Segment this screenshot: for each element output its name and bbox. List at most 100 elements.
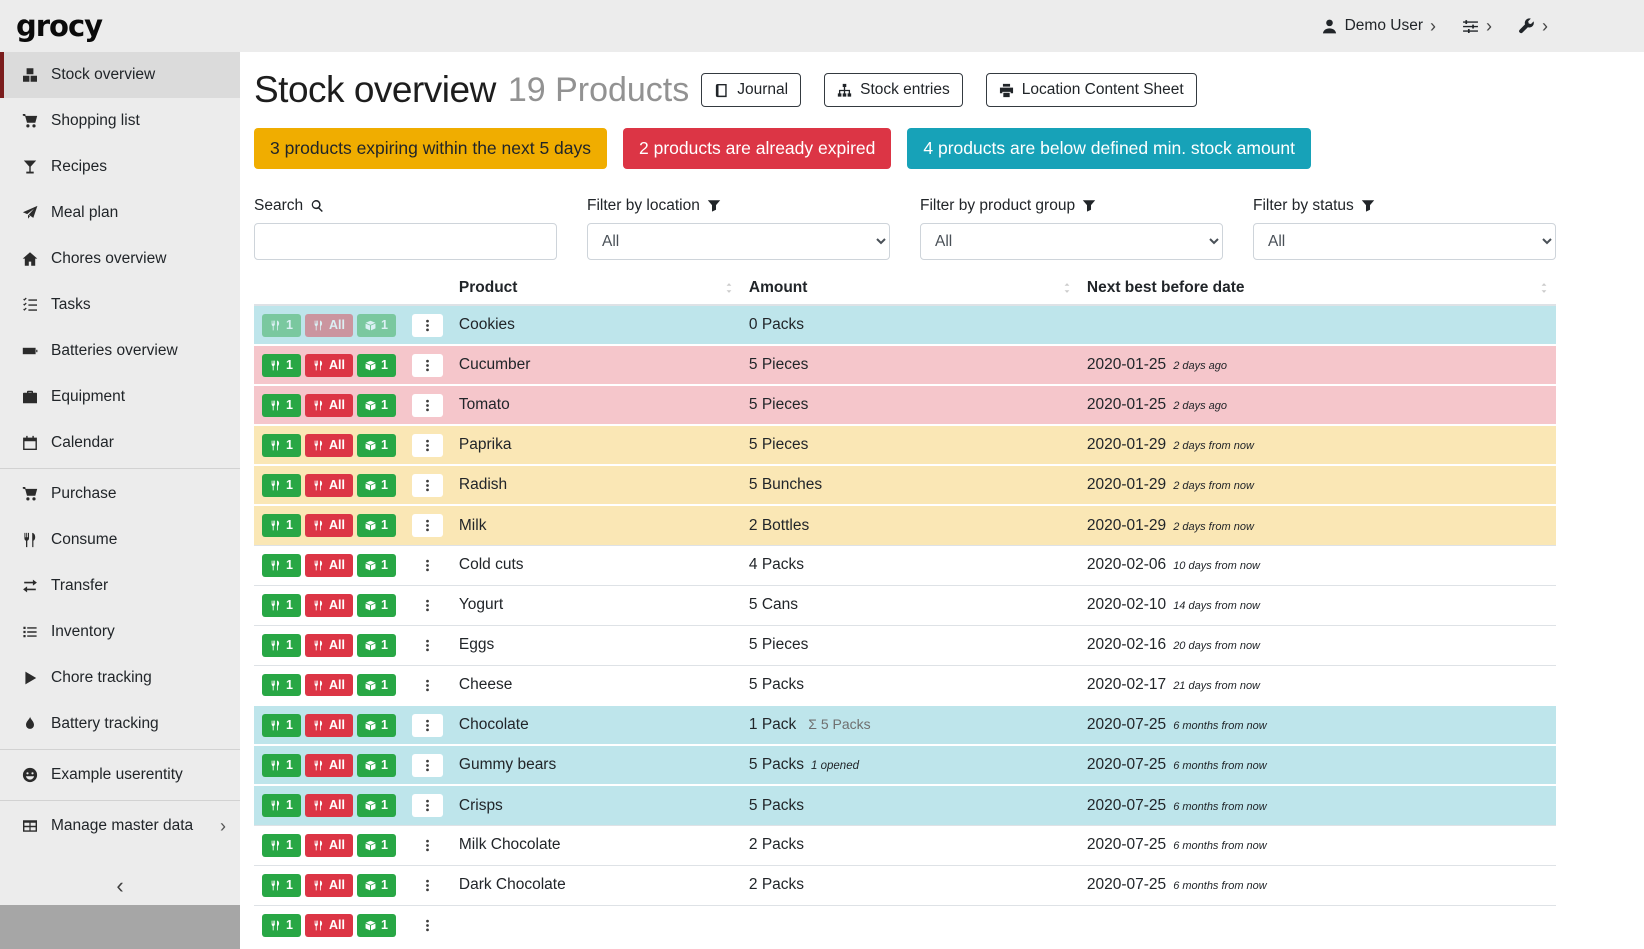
row-menu-button[interactable]	[412, 714, 443, 737]
row-menu-button[interactable]	[412, 474, 443, 497]
consume-all-button[interactable]: All	[305, 354, 353, 377]
open-one-button[interactable]: 1	[357, 754, 396, 777]
product-name[interactable]: Cheese	[451, 665, 741, 705]
open-one-button[interactable]: 1	[357, 914, 396, 937]
consume-one-button[interactable]: 1	[262, 834, 301, 857]
consume-one-button[interactable]: 1	[262, 634, 301, 657]
product-name[interactable]	[451, 905, 741, 945]
banner-danger[interactable]: 2 products are already expired	[623, 128, 891, 169]
product-name[interactable]: Chocolate	[451, 705, 741, 745]
open-one-button[interactable]: 1	[357, 834, 396, 857]
row-menu-button[interactable]	[412, 914, 443, 937]
product-name[interactable]: Milk Chocolate	[451, 825, 741, 865]
location-content-sheet-button[interactable]: Location Content Sheet	[986, 73, 1197, 107]
product-name[interactable]: Milk	[451, 505, 741, 545]
consume-all-button[interactable]: All	[305, 714, 353, 737]
app-logo[interactable]: grocy	[16, 9, 102, 43]
row-menu-button[interactable]	[412, 794, 443, 817]
sidebar-item-battery-tracking[interactable]: Battery tracking	[0, 701, 240, 747]
open-one-button[interactable]: 1	[357, 714, 396, 737]
consume-one-button[interactable]: 1	[262, 554, 301, 577]
open-one-button[interactable]: 1	[357, 594, 396, 617]
row-menu-button[interactable]	[412, 554, 443, 577]
status-filter-select[interactable]: All	[1253, 223, 1556, 260]
product-name[interactable]: Radish	[451, 465, 741, 505]
row-menu-button[interactable]	[412, 634, 443, 657]
admin-menu[interactable]: ›	[1518, 17, 1548, 35]
user-menu[interactable]: Demo User ›	[1321, 17, 1436, 35]
consume-one-button[interactable]: 1	[262, 794, 301, 817]
row-menu-button[interactable]	[412, 874, 443, 897]
banner-warning[interactable]: 3 products expiring within the next 5 da…	[254, 128, 607, 169]
row-menu-button[interactable]	[412, 594, 443, 617]
consume-all-button[interactable]: All	[305, 754, 353, 777]
stock-entries-button[interactable]: Stock entries	[824, 73, 963, 107]
location-filter-select[interactable]: All	[587, 223, 890, 260]
sidebar-collapse-button[interactable]: ‹	[0, 867, 240, 905]
row-menu-button[interactable]	[412, 434, 443, 457]
open-one-button[interactable]: 1	[357, 554, 396, 577]
consume-all-button[interactable]: All	[305, 634, 353, 657]
consume-one-button[interactable]: 1	[262, 874, 301, 897]
open-one-button[interactable]: 1	[357, 314, 396, 337]
open-one-button[interactable]: 1	[357, 874, 396, 897]
open-one-button[interactable]: 1	[357, 394, 396, 417]
consume-all-button[interactable]: All	[305, 394, 353, 417]
consume-all-button[interactable]: All	[305, 834, 353, 857]
product-name[interactable]: Gummy bears	[451, 745, 741, 785]
consume-all-button[interactable]: All	[305, 674, 353, 697]
row-menu-button[interactable]	[412, 314, 443, 337]
sidebar-item-purchase[interactable]: Purchase	[0, 471, 240, 517]
consume-all-button[interactable]: All	[305, 594, 353, 617]
consume-all-button[interactable]: All	[305, 794, 353, 817]
consume-one-button[interactable]: 1	[262, 754, 301, 777]
sidebar-item-shopping-list[interactable]: Shopping list	[0, 98, 240, 144]
row-menu-button[interactable]	[412, 394, 443, 417]
product-name[interactable]: Paprika	[451, 425, 741, 465]
settings-menu[interactable]: ›	[1462, 17, 1492, 35]
sidebar-item-meal-plan[interactable]: Meal plan	[0, 190, 240, 236]
consume-all-button[interactable]: All	[305, 554, 353, 577]
sidebar-item-example-userentity[interactable]: Example userentity	[0, 752, 240, 798]
consume-one-button[interactable]: 1	[262, 314, 301, 337]
sidebar-item-equipment[interactable]: Equipment	[0, 374, 240, 420]
row-menu-button[interactable]	[412, 754, 443, 777]
consume-all-button[interactable]: All	[305, 914, 353, 937]
journal-button[interactable]: Journal	[701, 73, 801, 107]
product-name[interactable]: Yogurt	[451, 585, 741, 625]
product-name[interactable]: Dark Chocolate	[451, 865, 741, 905]
date-column-header[interactable]: Next best before date	[1079, 272, 1556, 305]
open-one-button[interactable]: 1	[357, 434, 396, 457]
product-group-filter-select[interactable]: All	[920, 223, 1223, 260]
open-one-button[interactable]: 1	[357, 514, 396, 537]
sidebar-item-consume[interactable]: Consume	[0, 517, 240, 563]
consume-all-button[interactable]: All	[305, 314, 353, 337]
consume-one-button[interactable]: 1	[262, 354, 301, 377]
sidebar-item-chore-tracking[interactable]: Chore tracking	[0, 655, 240, 701]
consume-one-button[interactable]: 1	[262, 674, 301, 697]
consume-all-button[interactable]: All	[305, 474, 353, 497]
sidebar-item-transfer[interactable]: Transfer	[0, 563, 240, 609]
row-menu-button[interactable]	[412, 514, 443, 537]
consume-one-button[interactable]: 1	[262, 514, 301, 537]
sidebar-item-calendar[interactable]: Calendar	[0, 420, 240, 466]
consume-all-button[interactable]: All	[305, 434, 353, 457]
product-column-header[interactable]: Product	[451, 272, 741, 305]
amount-column-header[interactable]: Amount	[741, 272, 1079, 305]
consume-one-button[interactable]: 1	[262, 714, 301, 737]
product-name[interactable]: Cookies	[451, 305, 741, 345]
banner-info[interactable]: 4 products are below defined min. stock …	[907, 128, 1311, 169]
consume-one-button[interactable]: 1	[262, 594, 301, 617]
row-menu-button[interactable]	[412, 354, 443, 377]
consume-all-button[interactable]: All	[305, 514, 353, 537]
consume-one-button[interactable]: 1	[262, 474, 301, 497]
sidebar-item-manage-master-data[interactable]: Manage master data›	[0, 803, 240, 849]
product-name[interactable]: Cold cuts	[451, 545, 741, 585]
product-name[interactable]: Cucumber	[451, 345, 741, 385]
open-one-button[interactable]: 1	[357, 474, 396, 497]
sidebar-item-recipes[interactable]: Recipes	[0, 144, 240, 190]
product-name[interactable]: Eggs	[451, 625, 741, 665]
search-input[interactable]	[254, 223, 557, 260]
sidebar-item-stock-overview[interactable]: Stock overview	[0, 52, 240, 98]
consume-one-button[interactable]: 1	[262, 394, 301, 417]
